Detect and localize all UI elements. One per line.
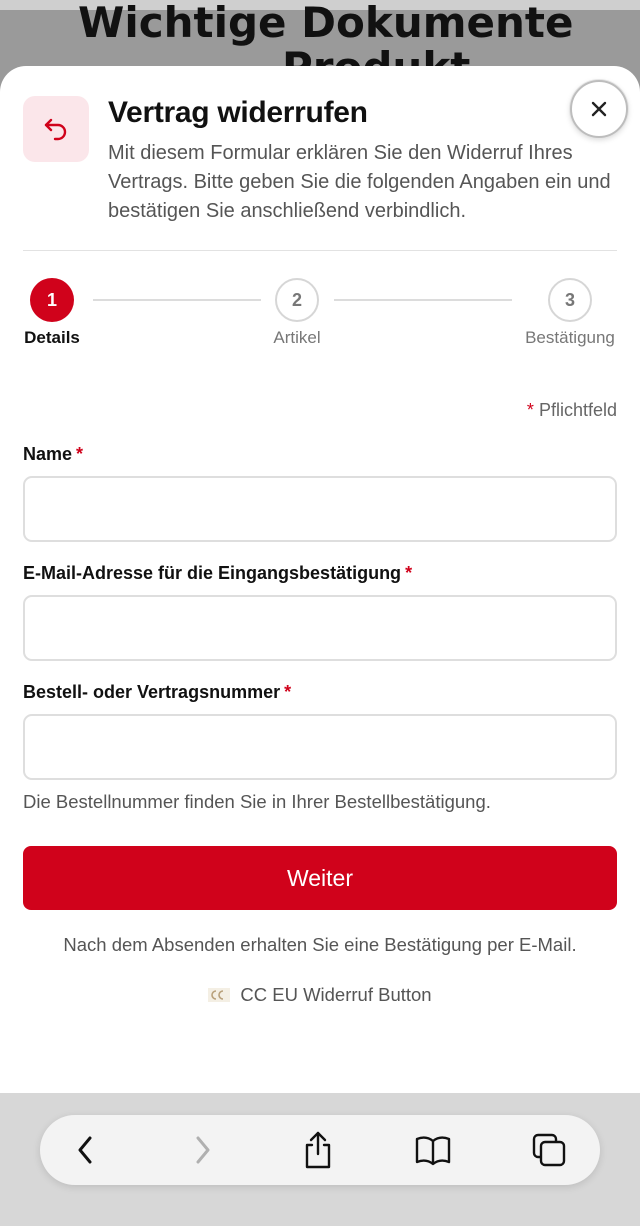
order-number-hint: Die Bestellnummer finden Sie in Ihrer Be…: [23, 791, 491, 812]
name-label: Name *: [23, 444, 83, 465]
required-star: *: [76, 444, 84, 464]
order-number-label: Bestell- oder Vertragsnummer *: [23, 682, 291, 703]
brand-label: CC EU Widerruf Button: [240, 984, 432, 1005]
bookmarks-button[interactable]: [410, 1127, 456, 1173]
header-divider: [23, 250, 617, 251]
required-star: *: [405, 563, 413, 583]
step-connector-1: [93, 299, 261, 301]
step-details: 1 Details: [22, 278, 82, 348]
required-field-note: * Pflichtfeld: [527, 400, 617, 421]
step-number: 3: [548, 278, 592, 322]
browser-toolbar: [0, 1093, 640, 1226]
order-number-input[interactable]: [23, 714, 617, 780]
close-button[interactable]: [570, 80, 628, 138]
required-note-text: Pflichtfeld: [538, 400, 617, 420]
brand-logo-icon: [208, 988, 231, 1002]
step-connector-2: [334, 299, 512, 301]
forward-icon: [196, 1136, 210, 1164]
dialog-title: Vertrag widerrufen: [108, 96, 368, 129]
share-button[interactable]: [295, 1127, 341, 1173]
confirmation-note: Nach dem Absenden erhalten Sie eine Best…: [63, 934, 577, 955]
step-number: 1: [30, 278, 74, 322]
step-bestaetigung: 3 Bestätigung: [517, 278, 623, 348]
undo-arrow-icon: [23, 96, 89, 162]
name-input[interactable]: [23, 476, 617, 542]
step-label: Details: [24, 328, 80, 347]
email-label: E-Mail-Adresse für die Eingangsbestätigu…: [23, 563, 412, 584]
withdrawal-dialog: Vertrag widerrufen Mit diesem Formular e…: [0, 66, 640, 1093]
dialog-description: Mit diesem Formular erklären Sie den Wid…: [108, 142, 611, 222]
back-button[interactable]: [62, 1127, 108, 1173]
step-label: Artikel: [273, 328, 321, 347]
tabs-button[interactable]: [526, 1127, 572, 1173]
brand-credit[interactable]: CC EU Widerruf Button: [0, 984, 640, 1006]
required-star: *: [526, 400, 534, 420]
step-label: Bestätigung: [525, 328, 615, 347]
forward-button[interactable]: [180, 1127, 226, 1173]
step-number: 2: [275, 278, 319, 322]
toolbar-pill: [40, 1115, 600, 1185]
close-icon: [591, 101, 607, 117]
name-label-text: Name: [23, 444, 73, 464]
back-icon: [78, 1136, 92, 1164]
required-star: *: [284, 682, 292, 702]
step-artikel: 2 Artikel: [257, 278, 337, 348]
email-input[interactable]: [23, 595, 617, 661]
share-icon: [305, 1131, 331, 1169]
email-label-text: E-Mail-Adresse für die Eingangsbestätigu…: [23, 563, 402, 583]
continue-button[interactable]: Weiter: [23, 846, 617, 910]
tabs-icon: [532, 1133, 566, 1167]
bookmarks-icon: [415, 1136, 451, 1166]
order-number-label-text: Bestell- oder Vertragsnummer: [23, 682, 281, 702]
